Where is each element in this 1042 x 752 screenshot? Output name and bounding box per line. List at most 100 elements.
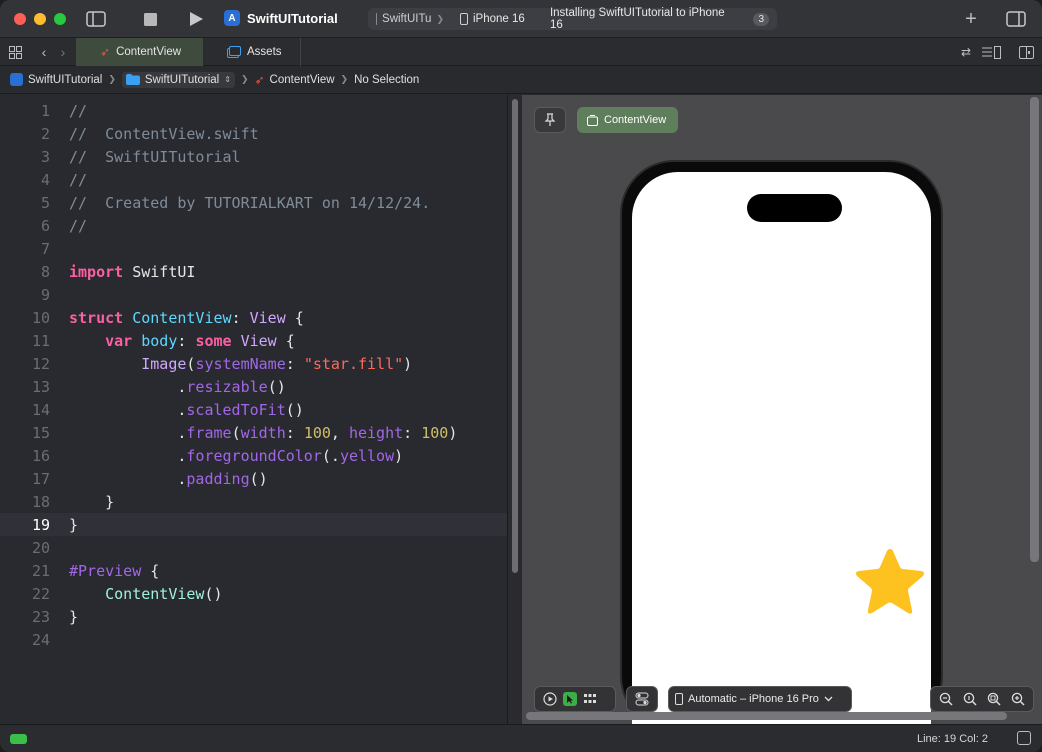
- code-text: // SwiftUITutorial: [52, 148, 241, 166]
- zoom-to-fit-icon[interactable]: [985, 690, 1003, 708]
- code-text: Image(systemName: "star.fill"): [52, 355, 412, 373]
- code-line[interactable]: 10 struct ContentView: View {: [0, 306, 507, 329]
- code-line[interactable]: 6 //: [0, 214, 507, 237]
- code-token: .: [69, 377, 187, 396]
- run-icon[interactable]: [188, 11, 204, 27]
- code-token: (): [204, 584, 223, 603]
- related-items-grid-icon[interactable]: [8, 45, 22, 59]
- code-token: ): [403, 354, 413, 373]
- code-line[interactable]: 7: [0, 237, 507, 260]
- contentview-preview-button[interactable]: ContentView: [577, 107, 678, 133]
- breadcrumb-folder[interactable]: SwiftUITutorial ⇕: [121, 71, 235, 88]
- code-line[interactable]: 21 #Preview {: [0, 559, 507, 582]
- code-line[interactable]: 14 .scaledToFit(): [0, 398, 507, 421]
- star-fill-icon: [855, 549, 925, 614]
- xcode-app-icon: A: [224, 10, 240, 26]
- chevron-down-icon: [824, 696, 833, 702]
- code-line[interactable]: 19}: [0, 513, 507, 536]
- scheme-selector[interactable]: SwiftUITu ❯: [368, 13, 452, 25]
- stop-icon[interactable]: [143, 12, 157, 26]
- tab-contentview[interactable]: ➶ ContentView: [76, 38, 203, 66]
- code-line[interactable]: 5 // Created by TUTORIALKART on 14/12/24.: [0, 191, 507, 214]
- issue-count-badge[interactable]: 3: [753, 12, 769, 26]
- split-editor-icon[interactable]: [1018, 45, 1034, 59]
- tab-assets[interactable]: Assets: [213, 38, 301, 66]
- code-token: //: [69, 170, 88, 189]
- code-line[interactable]: 9: [0, 283, 507, 306]
- zoom-actual-size-icon[interactable]: [961, 690, 979, 708]
- variants-grid-icon[interactable]: [581, 690, 599, 708]
- code-token: :: [403, 423, 422, 442]
- code-token: .: [69, 469, 187, 488]
- line-number: 2: [40, 124, 50, 143]
- navigator-toggle-icon[interactable]: [86, 10, 106, 28]
- zoom-out-icon[interactable]: [937, 690, 955, 708]
- device-screen[interactable]: [632, 172, 931, 732]
- code-line[interactable]: 3 // SwiftUITutorial: [0, 145, 507, 168]
- debug-area-indicator[interactable]: [10, 734, 27, 744]
- zoom-window-button[interactable]: [54, 13, 66, 25]
- forward-chevron-icon[interactable]: ›: [57, 44, 69, 60]
- line-number: 11: [31, 331, 50, 350]
- code-line[interactable]: 15 .frame(width: 100, height: 100): [0, 421, 507, 444]
- debug-area-toggle-icon[interactable]: [1017, 731, 1031, 745]
- add-icon[interactable]: +: [962, 8, 980, 30]
- code-line[interactable]: 12 Image(systemName: "star.fill"): [0, 352, 507, 375]
- swift-icon: ➶: [100, 45, 111, 59]
- code-line[interactable]: 17 .padding(): [0, 467, 507, 490]
- selectable-mode-icon[interactable]: [563, 692, 577, 706]
- zoom-in-icon[interactable]: [1009, 690, 1027, 708]
- code-line[interactable]: 18 }: [0, 490, 507, 513]
- canvas-vertical-scrollbar[interactable]: [1030, 97, 1039, 562]
- close-window-button[interactable]: [14, 13, 26, 25]
- code-token: }: [69, 515, 79, 534]
- line-number: 12: [31, 354, 50, 373]
- code-text: struct ContentView: View {: [52, 309, 304, 327]
- status-bar: Line: 19 Col: 2: [0, 724, 1042, 752]
- device-settings-selector[interactable]: Automatic – iPhone 16 Pro: [668, 686, 852, 712]
- live-preview-icon[interactable]: [541, 690, 559, 708]
- code-line[interactable]: 20: [0, 536, 507, 559]
- code-line[interactable]: 1 //: [0, 99, 507, 122]
- breadcrumb-project[interactable]: SwiftUITutorial: [10, 73, 102, 86]
- code-token: foregroundColor: [186, 446, 322, 465]
- pin-preview-button[interactable]: [534, 107, 566, 133]
- editor-tab-bar: ‹ › ➶ ContentView Assets ⇄: [0, 38, 1042, 66]
- code-line[interactable]: 22 ContentView(): [0, 582, 507, 605]
- minimize-window-button[interactable]: [34, 13, 46, 25]
- inspector-toggle-icon[interactable]: [1006, 10, 1026, 28]
- code-line[interactable]: 8 import SwiftUI: [0, 260, 507, 283]
- canvas-settings-button[interactable]: [626, 686, 658, 712]
- code-token: (): [249, 469, 268, 488]
- editor-scrollbar-thumb[interactable]: [512, 99, 518, 573]
- device-selector[interactable]: iPhone 16: [452, 13, 544, 25]
- code-token: :: [285, 354, 304, 373]
- source-editor[interactable]: 1 // 2 // ContentView.swift 3 // SwiftUITutor…: [0, 95, 507, 724]
- code-token: :: [177, 331, 196, 350]
- code-text: .padding(): [52, 469, 268, 488]
- code-line[interactable]: 24: [0, 628, 507, 651]
- canvas-horizontal-scrollbar[interactable]: [526, 712, 1007, 720]
- xcode-window: A SwiftUITutorial SwiftUITu ❯ iPhone 16 …: [0, 0, 1042, 752]
- code-line[interactable]: 4 //: [0, 168, 507, 191]
- code-line[interactable]: 11 var body: some View {: [0, 329, 507, 352]
- activity-status[interactable]: SwiftUITu ❯ iPhone 16 Installing SwiftUI…: [368, 7, 777, 31]
- breadcrumb-file[interactable]: ➶ ContentView: [254, 73, 334, 87]
- code-line[interactable]: 2 // ContentView.swift: [0, 122, 507, 145]
- code-text: // Created by TUTORIALKART on 14/12/24.: [52, 194, 430, 212]
- swap-arrows-icon[interactable]: ⇄: [958, 45, 974, 59]
- preview-canvas[interactable]: ContentView Automatic – iPhone 16 Pro: [522, 95, 1042, 732]
- code-line[interactable]: 23}: [0, 605, 507, 628]
- breadcrumb-selection[interactable]: No Selection: [354, 74, 419, 86]
- code-token: {: [276, 331, 295, 350]
- line-number: 22: [31, 584, 50, 603]
- editor-options-icon[interactable]: [982, 45, 1002, 59]
- code-line[interactable]: 16 .foregroundColor(.yellow): [0, 444, 507, 467]
- code-token: ContentView: [132, 308, 232, 327]
- back-chevron-icon[interactable]: ‹: [38, 44, 50, 60]
- editor-scrollbar[interactable]: [507, 95, 521, 724]
- code-line[interactable]: 13 .resizable(): [0, 375, 507, 398]
- iphone-icon: [675, 693, 683, 705]
- code-text: .frame(width: 100, height: 100): [52, 424, 457, 442]
